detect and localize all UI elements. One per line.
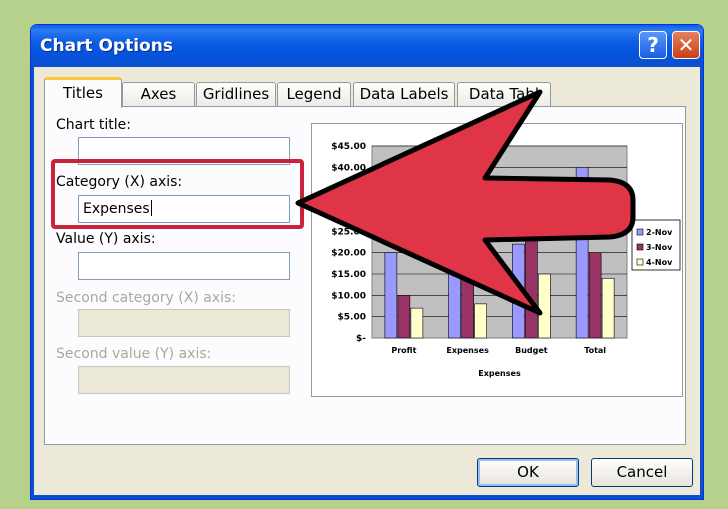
bar [448, 243, 461, 339]
category-x-axis-value: Expenses [83, 201, 150, 217]
x-tick-label: Profit [391, 346, 416, 355]
y-tick-label: $45.00 [331, 142, 366, 152]
second-value-y-axis-input [78, 366, 290, 394]
text-caret [150, 200, 152, 216]
dialog-border-bottom [31, 495, 703, 499]
y-tick-label: $15.00 [331, 270, 366, 280]
bar [512, 243, 525, 339]
bar [384, 252, 398, 339]
second-value-y-axis-label: Second value (Y) axis: [56, 346, 212, 362]
plot-area [371, 145, 628, 339]
legend-swatch [636, 228, 644, 236]
legend-swatch [636, 258, 644, 266]
titles-panel: Chart title: Category (X) axis: Expenses… [44, 106, 686, 445]
y-tick-label: $20.00 [331, 249, 366, 259]
tab-legend[interactable]: Legend [277, 82, 351, 107]
bar [525, 239, 538, 339]
dialog-title: Chart Options [40, 36, 173, 56]
chart-svg: $- $5.00 $10.00 $15.00 $20.00 $25.00 $30.00 $35… [331, 142, 681, 378]
help-button[interactable]: ? [639, 31, 667, 59]
y-tick-label: $30.00 [331, 206, 366, 216]
tab-data-labels[interactable]: Data Labels [353, 82, 455, 107]
tab-gridlines[interactable]: Gridlines [196, 82, 276, 107]
value-y-axis-label: Value (Y) axis: [56, 231, 156, 247]
second-category-x-axis-input [78, 309, 290, 337]
value-y-axis-input[interactable] [78, 252, 290, 280]
legend-label: 3-Nov [646, 243, 673, 252]
y-tick-label: $35.00 [331, 185, 366, 195]
dialog-border-left [31, 67, 34, 499]
dialog-border-right [700, 67, 703, 499]
bar [575, 167, 589, 339]
y-tick-label: $5.00 [338, 313, 366, 323]
y-tick-label: $10.00 [331, 291, 366, 301]
bar [538, 273, 551, 339]
chart-options-dialog: Chart Options ? ✕ Titles Axes Gridlines … [30, 24, 704, 500]
x-tick-label: Expenses [446, 346, 489, 355]
tab-titles[interactable]: Titles [44, 77, 122, 108]
category-x-axis-input[interactable]: Expenses [78, 195, 290, 223]
tab-axes[interactable]: Axes [122, 82, 195, 107]
bar [397, 295, 411, 339]
category-x-axis-label: Category (X) axis: [56, 174, 183, 190]
chart-title-label: Chart title: [56, 117, 132, 133]
x-tick-label: Budget [515, 346, 548, 355]
bar [601, 277, 615, 339]
bar [588, 252, 602, 339]
legend-label: 2-Nov [646, 228, 673, 237]
cancel-button[interactable]: Cancel [591, 458, 693, 487]
legend-label: 4-Nov [646, 258, 673, 267]
tab-data-table[interactable]: Data Tabl [457, 82, 551, 107]
x-axis-title: Expenses [478, 369, 521, 378]
x-tick-label: Total [584, 346, 606, 355]
bar [461, 277, 474, 339]
chart-preview: $- $5.00 $10.00 $15.00 $20.00 $25.00 $30.00 $35… [311, 123, 683, 397]
second-category-x-axis-label: Second category (X) axis: [56, 290, 237, 306]
y-tick-label: $- [356, 334, 366, 344]
close-button[interactable]: ✕ [672, 31, 700, 59]
legend-swatch [636, 243, 644, 251]
bar [410, 307, 424, 339]
bar [474, 303, 487, 339]
y-tick-label: $25.00 [331, 227, 366, 237]
ok-button[interactable]: OK [477, 458, 579, 487]
title-bar[interactable]: Chart Options ? ✕ [31, 25, 703, 67]
y-tick-label: $40.00 [331, 163, 366, 173]
